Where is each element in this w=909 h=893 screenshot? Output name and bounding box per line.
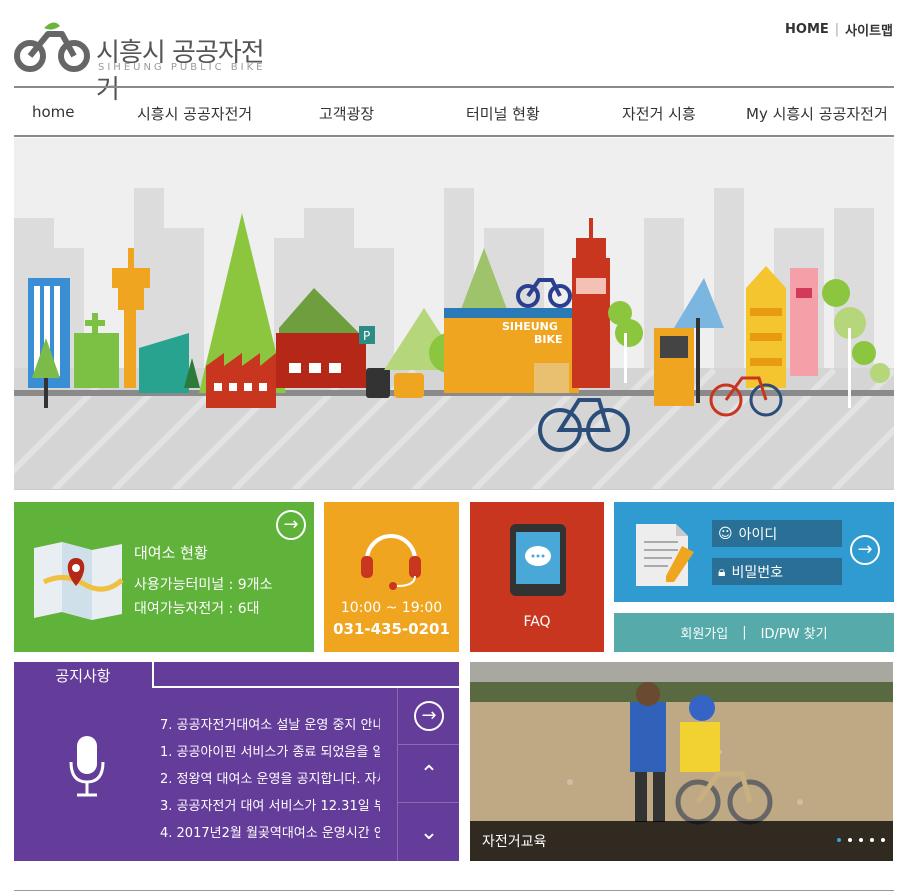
site-logo[interactable]: 시흥시 공공자전거 SIHEUNG PUBLIC BIKE [14, 20, 274, 105]
rental-more-arrow-icon[interactable]: → [276, 510, 306, 540]
notice-item[interactable]: 3. 공공자전거 대여 서비스가 12.31일 부로 [160, 795, 380, 822]
map-icon [34, 542, 124, 620]
building-sign-line1: SIHEUNG [502, 320, 558, 333]
rental-title: 대여소 현황 [134, 544, 208, 562]
lock-icon: 🔒︎ [718, 563, 726, 580]
password-field[interactable]: 🔒︎ 비밀번호 [712, 558, 842, 585]
rental-status-tile[interactable]: → 대여소 현황 사용가능터미널 : 9개소 대여가능자전거 : 6대 [14, 502, 314, 652]
notice-more-arrow-icon: → [414, 701, 444, 731]
notice-item[interactable]: 7. 공공자전거대여소 설날 운영 중지 안내 [160, 714, 380, 741]
sitemap-link[interactable]: 사이트맵 [845, 20, 893, 39]
id-field-label: 아이디 [738, 526, 778, 543]
call-hours: 10:00 ~ 19:00 [340, 600, 443, 616]
notice-item[interactable]: 1. 공공아이핀 서비스가 종료 되었음을 알려드립니다. [160, 741, 380, 768]
slider-dot[interactable] [848, 838, 852, 842]
footer-divider [14, 890, 894, 891]
id-field[interactable]: ☺ 아이디 [712, 520, 842, 547]
microphone-icon [69, 736, 105, 797]
slider-dot[interactable] [859, 838, 863, 842]
faq-tile[interactable]: FAQ [470, 502, 604, 652]
document-pencil-icon [636, 524, 694, 586]
slider-dot[interactable] [881, 838, 885, 842]
call-center-tile[interactable]: 10:00 ~ 19:00 031-435-0201 [324, 502, 459, 652]
nav-item-customer-square[interactable]: 고객광장 [319, 103, 374, 124]
login-submit-arrow-icon[interactable]: → [850, 535, 880, 565]
main-nav: home 시흥시 공공자전거 고객광장 터미널 현황 자전거 시흥 My 시흥시… [14, 86, 894, 137]
chevron-down-icon: ⌄ [419, 820, 439, 845]
notice-more-button[interactable]: → [398, 688, 459, 745]
available-bikes: 대여가능자전거 : 6대 [134, 601, 260, 617]
nav-item-home[interactable]: home [32, 103, 75, 121]
notice-down-button[interactable]: ⌄ [398, 804, 459, 861]
notice-up-button[interactable]: ⌃ [398, 746, 459, 803]
nav-item-terminal-status[interactable]: 터미널 현황 [466, 103, 540, 124]
join-link[interactable]: 회원가입 [680, 623, 728, 642]
headset-icon [361, 534, 421, 590]
home-link[interactable]: HOME [785, 22, 829, 37]
login-tile: ☺ 아이디 🔒︎ 비밀번호 → [614, 502, 894, 602]
photo-caption: 자전거교육 [470, 821, 893, 861]
faq-label: FAQ [523, 614, 551, 630]
user-icon: ☺ [718, 525, 733, 542]
photo-slider[interactable]: 자전거교육 [470, 662, 893, 861]
chevron-up-icon: ⌃ [419, 761, 439, 787]
call-phone[interactable]: 031-435-0201 [324, 620, 459, 638]
notice-list: 7. 공공자전거대여소 설날 운영 중지 안내 1. 공공아이핀 서비스가 종료… [160, 714, 380, 849]
slider-dot[interactable] [870, 838, 874, 842]
find-id-pw-link[interactable]: ID/PW 찾기 [761, 623, 828, 642]
parking-sign: P [363, 329, 370, 343]
nav-item-bike-siheung[interactable]: 자전거 시흥 [622, 103, 696, 124]
tablet-chat-icon [510, 524, 566, 596]
logo-subtitle: SIHEUNG PUBLIC BIKE [98, 62, 266, 73]
city-illustration: P SIHEUNG BIKE [14, 188, 894, 489]
password-field-label: 비밀번호 [731, 564, 783, 581]
notice-tab[interactable]: 공지사항 [14, 662, 154, 688]
bike-logo-icon [14, 22, 90, 72]
building-sign-line2: BIKE [534, 333, 563, 346]
notice-board: 공지사항 7. 공공자전거대여소 설날 운영 중지 안내 1. 공공아이핀 서비… [14, 662, 459, 861]
top-links: HOME | 사이트맵 [785, 20, 893, 39]
notice-controls: → ⌃ ⌄ [397, 688, 459, 861]
join-find-bar: 회원가입 | ID/PW 찾기 [614, 613, 894, 652]
notice-item[interactable]: 2. 정왕역 대여소 운영을 공지합니다. 자세한 내용 [160, 768, 380, 795]
slider-dot[interactable] [837, 838, 841, 842]
nav-item-public-bike[interactable]: 시흥시 공공자전거 [137, 103, 252, 124]
slider-dots [837, 838, 885, 842]
notice-item[interactable]: 4. 2017년2월 월곶역대여소 운영시간 안내 [160, 822, 380, 849]
main-banner: P SIHEUNG BIKE [14, 138, 894, 490]
nav-item-my-page[interactable]: My 시흥시 공공자전거 [746, 103, 888, 124]
available-terminals: 사용가능터미널 : 9개소 [134, 577, 273, 593]
link-separator: | [834, 22, 840, 37]
join-divider: | [742, 625, 747, 640]
